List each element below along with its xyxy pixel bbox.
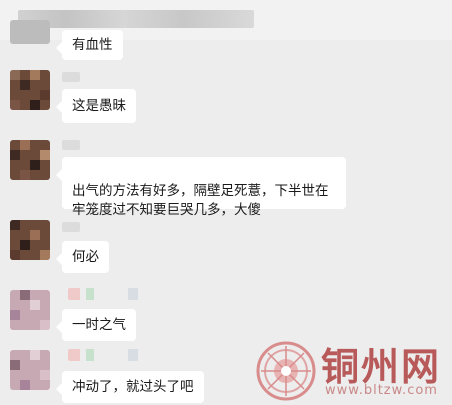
avatar[interactable] — [10, 140, 50, 180]
blurred-header-text — [18, 10, 254, 28]
avatar[interactable] — [10, 290, 50, 330]
message-bubble: 何必 — [56, 241, 109, 273]
sender-name — [62, 72, 80, 82]
message-bubble: 冲动了，就过头了吧 — [56, 371, 204, 403]
message-bubble: 一时之气 — [56, 309, 136, 341]
avatar[interactable] — [10, 220, 50, 260]
message-bubble: 这是愚昧 — [56, 89, 136, 123]
message-text: 何必 — [72, 249, 99, 265]
watermark: 铜州网 www.bltzw.com — [255, 336, 452, 405]
sender-name — [68, 288, 146, 300]
sender-name — [62, 222, 80, 232]
avatar[interactable] — [10, 70, 50, 110]
message-bubble: 出气的方法有好多，隔壁足死薏，下半世在 牢笼度过不知要巨哭几多，大傻 — [56, 157, 346, 218]
avatar[interactable] — [10, 350, 50, 390]
message-text: 这是愚昧 — [72, 98, 126, 114]
message-text: 冲动了，就过头了吧 — [72, 379, 194, 395]
avatar[interactable] — [10, 20, 50, 44]
sender-name — [62, 140, 80, 150]
message-text: 出气的方法有好多，隔壁足死薏，下半世在 牢笼度过不知要巨哭几多，大傻 — [72, 183, 329, 218]
watermark-url: www.bltzw.com — [325, 383, 438, 398]
message-text: 有血性 — [72, 37, 113, 53]
message-text: 一时之气 — [72, 317, 126, 333]
message-bubble: 有血性 — [56, 30, 123, 60]
watermark-logo-icon — [256, 341, 316, 401]
sender-name — [68, 349, 146, 361]
